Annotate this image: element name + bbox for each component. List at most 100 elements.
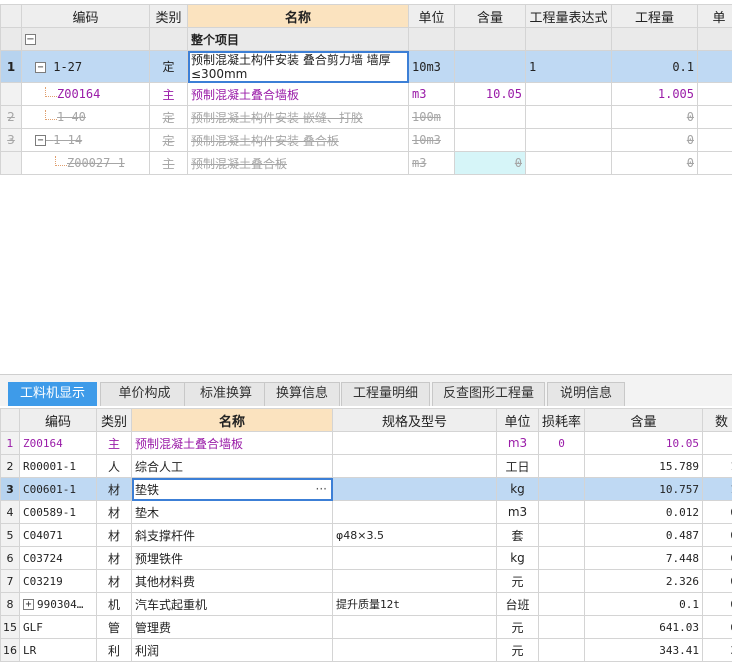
header-type[interactable]: 类别 bbox=[96, 408, 132, 432]
code-cell[interactable]: C00589-1 bbox=[19, 500, 97, 524]
type-cell[interactable]: 管 bbox=[96, 615, 132, 639]
spec-cell[interactable]: 提升质量12t bbox=[332, 592, 497, 616]
resource-row[interactable]: 15GLF管管理费 元 641.036 bbox=[0, 615, 732, 639]
tab-conversion-info[interactable]: 换算信息 bbox=[264, 382, 340, 406]
spec-cell[interactable] bbox=[332, 477, 497, 501]
loss-rate-cell[interactable] bbox=[538, 546, 585, 570]
quota-row-disabled[interactable]: 2 1-40 定 预制混凝土构件安装 嵌缝、打胶 100m 0 bbox=[0, 105, 732, 129]
loss-rate-cell[interactable] bbox=[538, 454, 585, 478]
content-cell[interactable]: 10.05 bbox=[454, 82, 526, 106]
content-cell[interactable]: 0.1 bbox=[584, 592, 703, 616]
content-cell[interactable]: 343.41 bbox=[584, 638, 703, 662]
content-cell[interactable]: 0.012 bbox=[584, 500, 703, 524]
spec-cell[interactable] bbox=[332, 546, 497, 570]
header-unit[interactable]: 单位 bbox=[496, 408, 539, 432]
unit-cell[interactable]: 工日 bbox=[496, 454, 539, 478]
plus-box-icon[interactable]: + bbox=[23, 599, 34, 610]
type-cell[interactable]: 主 bbox=[149, 82, 188, 106]
minus-box-icon[interactable]: − bbox=[25, 34, 36, 45]
loss-rate-cell[interactable] bbox=[538, 638, 585, 662]
header-quantity[interactable]: 数 bbox=[702, 408, 732, 432]
type-cell[interactable]: 利 bbox=[96, 638, 132, 662]
type-cell[interactable]: 人 bbox=[96, 454, 132, 478]
code-cell[interactable]: +990304… bbox=[19, 592, 97, 616]
expression-cell[interactable] bbox=[525, 82, 612, 106]
unit-cell[interactable]: kg bbox=[496, 546, 539, 570]
minus-box-icon[interactable]: − bbox=[35, 61, 46, 73]
unit-cell[interactable]: 台班 bbox=[496, 592, 539, 616]
unit-cell[interactable]: m3 bbox=[496, 500, 539, 524]
header-code[interactable]: 编码 bbox=[19, 408, 97, 432]
unit-cell[interactable]: m3 bbox=[408, 151, 455, 175]
type-cell[interactable]: 机 bbox=[96, 592, 132, 616]
price-cell[interactable] bbox=[697, 128, 732, 152]
expression-cell[interactable] bbox=[525, 128, 612, 152]
quantity-cell[interactable] bbox=[702, 431, 732, 455]
expression-cell[interactable]: 1 bbox=[525, 50, 612, 83]
quantity-cell[interactable]: 0 bbox=[611, 151, 698, 175]
more-icon[interactable]: ··· bbox=[316, 482, 327, 496]
unit-cell[interactable]: 元 bbox=[496, 638, 539, 662]
code-cell[interactable]: C04071 bbox=[19, 523, 97, 547]
quantity-cell[interactable]: 0 bbox=[611, 128, 698, 152]
root-row[interactable]: − 整个项目 bbox=[0, 27, 732, 51]
name-cell[interactable]: 综合人工 bbox=[131, 454, 333, 478]
header-type[interactable]: 类别 bbox=[149, 4, 188, 28]
quantity-cell[interactable]: 0 bbox=[702, 500, 732, 524]
resource-row[interactable]: 5C04071材斜支撑杆件φ48×3.5套 0.4870 bbox=[0, 523, 732, 547]
name-cell[interactable]: 汽车式起重机 bbox=[131, 592, 333, 616]
content-cell[interactable]: 641.03 bbox=[584, 615, 703, 639]
spec-cell[interactable] bbox=[332, 431, 497, 455]
quantity-cell[interactable]: 0 bbox=[702, 523, 732, 547]
name-cell[interactable]: 预制混凝土构件安装 嵌缝、打胶 bbox=[187, 105, 409, 129]
minus-box-icon[interactable]: − bbox=[35, 135, 46, 146]
name-cell[interactable]: 预制混凝土构件安装 叠合剪力墙 墙厚 ≤300mm bbox=[187, 50, 409, 83]
loss-rate-cell[interactable] bbox=[538, 569, 585, 593]
expression-cell[interactable] bbox=[525, 151, 612, 175]
resource-row[interactable]: 1 Z00164 主预制混凝土叠合墙板 m3 0 10.05 bbox=[0, 431, 732, 455]
name-cell[interactable]: 预制混凝土叠合墙板 bbox=[131, 431, 333, 455]
type-cell[interactable]: 材 bbox=[96, 523, 132, 547]
resource-row[interactable]: 6C03724材预埋铁件 kg 7.4480 bbox=[0, 546, 732, 570]
type-cell[interactable]: 主 bbox=[96, 431, 132, 455]
resource-row[interactable]: 7C03219材其他材料费 元 2.3260 bbox=[0, 569, 732, 593]
code-cell[interactable]: − 1-14 bbox=[21, 128, 150, 152]
spec-cell[interactable] bbox=[332, 638, 497, 662]
content-cell[interactable]: 15.789 bbox=[584, 454, 703, 478]
name-cell[interactable]: 斜支撑杆件 bbox=[131, 523, 333, 547]
loss-rate-cell[interactable] bbox=[538, 500, 585, 524]
quota-row-disabled[interactable]: 3 − 1-14 定 预制混凝土构件安装 叠合板 10m3 0 bbox=[0, 128, 732, 152]
header-name[interactable]: 名称 bbox=[131, 408, 333, 432]
loss-rate-cell[interactable] bbox=[538, 523, 585, 547]
header-content[interactable]: 含量 bbox=[584, 408, 703, 432]
content-cell[interactable]: 7.448 bbox=[584, 546, 703, 570]
tab-reverse-graphic-quantity[interactable]: 反查图形工程量 bbox=[432, 382, 545, 406]
code-cell[interactable]: Z00164 bbox=[21, 82, 150, 106]
quantity-cell[interactable]: 0.1 bbox=[611, 50, 698, 83]
name-cell[interactable]: 预埋铁件 bbox=[131, 546, 333, 570]
material-row[interactable]: Z00164 主 预制混凝土叠合墙板 m3 10.05 1.005 bbox=[0, 82, 732, 106]
type-cell[interactable]: 材 bbox=[96, 500, 132, 524]
price-cell[interactable] bbox=[697, 82, 732, 106]
type-cell[interactable]: 材 bbox=[96, 569, 132, 593]
quota-row[interactable]: 1 − 1-27 定 预制混凝土构件安装 叠合剪力墙 墙厚 ≤300mm 10m3… bbox=[0, 50, 732, 83]
type-cell[interactable]: 定 bbox=[149, 50, 188, 83]
unit-cell[interactable]: 套 bbox=[496, 523, 539, 547]
quantity-cell[interactable]: 0 bbox=[702, 569, 732, 593]
spec-cell[interactable] bbox=[332, 454, 497, 478]
header-quantity[interactable]: 工程量 bbox=[611, 4, 698, 28]
tab-unit-price[interactable]: 单价构成 bbox=[100, 382, 189, 406]
quantity-cell[interactable]: 1 bbox=[702, 454, 732, 478]
header-loss-rate[interactable]: 损耗率 bbox=[538, 408, 585, 432]
price-cell[interactable] bbox=[697, 151, 732, 175]
content-cell[interactable]: 10.757 bbox=[584, 477, 703, 501]
content-cell[interactable]: 2.326 bbox=[584, 569, 703, 593]
name-cell[interactable]: 预制混凝土构件安装 叠合板 bbox=[187, 128, 409, 152]
name-cell[interactable]: 垫木 bbox=[131, 500, 333, 524]
header-price[interactable]: 单 bbox=[697, 4, 732, 28]
resource-row[interactable]: 2R00001-1人综合人工 工日 15.7891 bbox=[0, 454, 732, 478]
type-cell[interactable]: 材 bbox=[96, 546, 132, 570]
content-cell[interactable] bbox=[454, 50, 526, 83]
code-cell[interactable]: 1-40 bbox=[21, 105, 150, 129]
name-cell[interactable]: 其他材料费 bbox=[131, 569, 333, 593]
